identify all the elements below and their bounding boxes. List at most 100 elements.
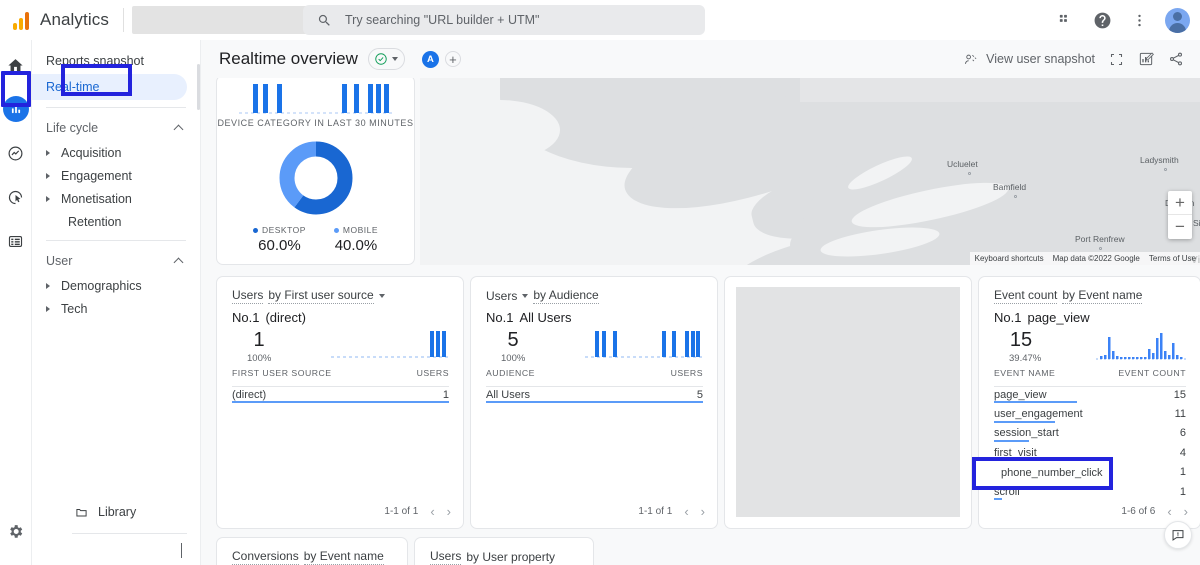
apps-grid-icon[interactable] [1052, 7, 1078, 33]
fullscreen-icon[interactable] [1109, 52, 1124, 67]
view-user-snapshot-button[interactable]: View user snapshot [963, 52, 1095, 67]
keyboard-shortcuts-link[interactable]: Keyboard shortcuts [975, 254, 1044, 263]
analytics-app: Analytics Try searching "URL builder + U… [0, 0, 1200, 565]
pager-next-button[interactable]: › [701, 504, 705, 519]
pager-prev-button[interactable]: ‹ [684, 504, 688, 519]
add-comparison-button[interactable]: + [444, 51, 461, 67]
map-label-ladysmith: Ladysmith [1140, 155, 1179, 165]
share-icon[interactable] [1168, 51, 1184, 67]
sidebar-divider-3 [72, 533, 187, 534]
sidebar-group-user[interactable]: User [32, 248, 200, 274]
caret-down-icon[interactable] [378, 294, 385, 298]
card-title[interactable]: Users by User property [430, 549, 555, 565]
sidebar-item-reports-snapshot[interactable]: Reports snapshot [32, 48, 200, 74]
sidebar-item-retention[interactable]: Retention [32, 210, 200, 233]
row-value: 11 [1174, 408, 1186, 421]
pager-prev-button[interactable]: ‹ [1167, 504, 1171, 519]
sidebar-item-demographics[interactable]: Demographics [32, 274, 200, 297]
edit-square-icon[interactable] [1138, 51, 1154, 67]
table-row[interactable]: All Users 5 [486, 385, 703, 404]
sidebar-item-tech[interactable]: Tech [32, 297, 200, 320]
page-header-actions: View user snapshot [963, 51, 1184, 67]
chevron-up-icon [173, 257, 184, 268]
map-zoom-out-button[interactable]: − [1168, 215, 1192, 239]
gear-icon[interactable] [7, 523, 24, 545]
pager-next-button[interactable]: › [447, 504, 451, 519]
pager-range: 1-1 of 1 [638, 506, 673, 517]
map-zoom-in-button[interactable]: + [1168, 191, 1192, 215]
more-vert-icon[interactable] [1126, 7, 1152, 33]
table-row[interactable]: scroll 1 [994, 482, 1186, 501]
rail-item-explore[interactable] [1, 138, 31, 168]
sidebar-item-real-time[interactable]: Real-time [32, 74, 187, 100]
card-title[interactable]: Users by First user source [232, 288, 385, 304]
caret-right-icon [46, 195, 50, 202]
pager-range: 1-1 of 1 [384, 506, 419, 517]
sidebar-divider-1 [46, 107, 186, 108]
caret-right-icon [46, 149, 50, 156]
rail-item-advertising[interactable] [1, 182, 31, 212]
legend-item-desktop: DESKTOP 60.0% [252, 225, 306, 254]
rail-item-configure[interactable] [1, 226, 31, 256]
map-label-sidney: Sidney [1193, 218, 1200, 228]
table-row[interactable]: page_view 15 [994, 385, 1186, 404]
card-percent: 39.47% [1009, 353, 1042, 364]
row-value: 1 [1179, 485, 1186, 498]
caret-down-icon[interactable] [522, 294, 529, 298]
terms-of-use-link[interactable]: Terms of Use [1149, 254, 1196, 263]
check-circle-icon [375, 53, 387, 65]
page-header: Realtime overview A + View user snapshot [201, 40, 1200, 78]
sidebar-collapse-button[interactable] [181, 543, 182, 558]
row-dimension: scroll [994, 485, 1020, 498]
table-row[interactable]: user_engagement 11 [994, 404, 1186, 423]
caret-right-icon [46, 305, 50, 312]
map-label-bamfield: Bamfield [993, 182, 1027, 192]
user-snapshot-icon [965, 54, 977, 64]
row-bar [994, 401, 1077, 404]
card-title[interactable]: Event count by Event name [994, 288, 1143, 304]
row-dimension: session_start [994, 427, 1059, 440]
sidebar-item-engagement[interactable]: Engagement [32, 164, 200, 187]
sidebar-item-acquisition[interactable]: Acquisition [32, 141, 200, 164]
sidebar-item-label: Retention [68, 214, 122, 229]
feedback-chat-icon [1172, 530, 1184, 541]
realtime-map[interactable]: Abbotsford Manning Park Ucluelet Bamfiel… [420, 78, 1200, 265]
column-header-metric: USERS [416, 368, 449, 378]
account-selector[interactable] [131, 5, 325, 34]
sidebar-item-label: Monetisation [61, 191, 132, 206]
row-dimension: user_engagement [994, 408, 1083, 421]
card-title-dimension: by User property [466, 550, 556, 564]
card-title-dimension: by Event name [303, 549, 384, 565]
search-placeholder: Try searching "URL builder + UTM" [345, 13, 540, 27]
pager-prev-button[interactable]: ‹ [430, 504, 434, 519]
sidebar-nav: Reports snapshot Real-time Life cycle Ac… [32, 40, 201, 565]
search-bar[interactable]: Try searching "URL builder + UTM" [303, 5, 705, 35]
rail-item-home[interactable] [1, 50, 31, 80]
comparison-badge-a[interactable]: A [421, 50, 439, 68]
user-avatar-icon[interactable] [1165, 7, 1190, 33]
data-status-pill[interactable] [367, 48, 405, 70]
card-title[interactable]: Conversions by Event name [232, 549, 384, 565]
loading-placeholder-card [724, 276, 972, 529]
page-title: Realtime overview [219, 49, 358, 68]
pager-next-button[interactable]: › [1184, 504, 1188, 519]
feedback-chat-button[interactable] [1164, 521, 1192, 549]
sidebar-item-label: Real-time [46, 80, 100, 94]
sidebar-item-monetisation[interactable]: Monetisation [32, 187, 200, 210]
sidebar-group-life-cycle[interactable]: Life cycle [32, 115, 200, 141]
users-by-first-user-source-card: Users by First user source No.1 (direct) … [216, 276, 464, 529]
card-title[interactable]: Users by Audience [486, 288, 599, 304]
sidebar-item-label: Demographics [61, 278, 142, 293]
sidebar-item-library[interactable]: Library [32, 499, 201, 525]
view-user-snapshot-label: View user snapshot [986, 52, 1095, 66]
rail-item-reports[interactable] [1, 94, 31, 124]
table-row[interactable]: (direct) 1 [232, 385, 449, 404]
device-category-card: DEVICE CATEGORY IN LAST 30 MINUTES DESKT… [216, 78, 415, 265]
card-title-dimension: by Audience [533, 288, 599, 304]
help-circle-icon[interactable] [1089, 7, 1115, 33]
legend-label-mobile: MOBILE [342, 225, 379, 235]
card-top-item: No.1 page_view [994, 310, 1090, 325]
table-row[interactable]: session_start 6 [994, 424, 1186, 443]
map-label-ucluelet: Ucluelet [947, 159, 978, 169]
table-row[interactable]: first_visit 4 [994, 443, 1186, 462]
